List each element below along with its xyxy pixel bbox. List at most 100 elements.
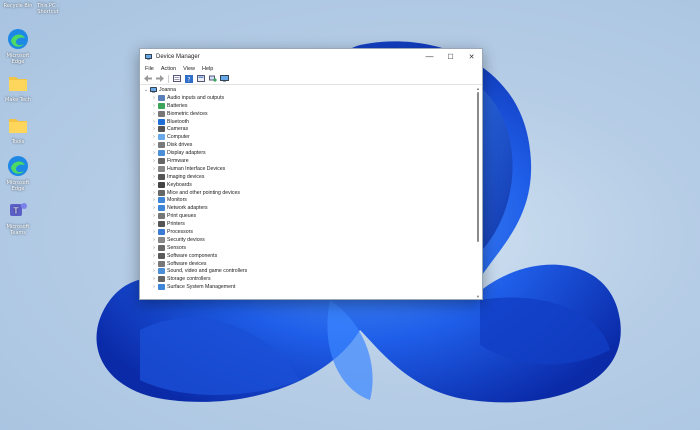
tree-item[interactable]: › Sensors	[140, 244, 474, 252]
expand-chevron-icon[interactable]: ›	[150, 229, 158, 235]
teams-icon: T	[10, 203, 27, 216]
tree-item[interactable]: › Software devices	[140, 260, 474, 268]
tree-root[interactable]: ⌄ Joanna	[140, 86, 474, 94]
show-hidden-icon[interactable]	[196, 74, 205, 83]
vertical-scrollbar[interactable]: ▲ ▼	[475, 86, 481, 299]
tree-item[interactable]: › Software components	[140, 252, 474, 260]
menu-help[interactable]: Help	[202, 66, 213, 72]
expand-chevron-icon[interactable]: ›	[150, 237, 158, 243]
tree-item[interactable]: › Human Interface Devices	[140, 165, 474, 173]
tree-item[interactable]: › Storage controllers	[140, 275, 474, 283]
tree-item[interactable]: › Sound, video and game controllers	[140, 267, 474, 275]
scan-hardware-icon[interactable]	[208, 74, 217, 83]
scroll-down-icon[interactable]: ▼	[475, 294, 481, 299]
tree-item[interactable]: › Mice and other pointing devices	[140, 189, 474, 197]
tree-item[interactable]: › Audio inputs and outputs	[140, 94, 474, 102]
tree-item-label: Printers	[167, 221, 185, 228]
device-category-icon	[158, 142, 165, 149]
expand-chevron-icon[interactable]: ›	[150, 166, 158, 172]
scroll-thumb[interactable]	[477, 92, 479, 242]
window-title: Device Manager	[156, 53, 200, 60]
expand-chevron-icon[interactable]: ›	[150, 268, 158, 274]
svg-text:T: T	[13, 207, 19, 216]
tree-item-label: Sound, video and game controllers	[167, 268, 248, 275]
expand-chevron-icon[interactable]: ›	[150, 221, 158, 227]
tree-item[interactable]: › Imaging devices	[140, 173, 474, 181]
expand-chevron-icon[interactable]: ›	[150, 261, 158, 267]
tree-item[interactable]: › Cameras	[140, 125, 474, 133]
minimize-button[interactable]: —	[419, 49, 440, 64]
tree-item[interactable]: › Firmware	[140, 157, 474, 165]
device-category-icon	[158, 134, 165, 141]
properties-icon[interactable]	[172, 74, 181, 83]
tree-item[interactable]: › Network adapters	[140, 204, 474, 212]
tree-item[interactable]: › Bluetooth	[140, 118, 474, 126]
tree-item[interactable]: › Security devices	[140, 236, 474, 244]
tree-item[interactable]: › Biometric devices	[140, 110, 474, 118]
tree-item-label: Surface System Management	[167, 284, 236, 291]
help-icon[interactable]: ?	[184, 74, 193, 83]
toolbar: ?	[140, 73, 482, 85]
close-button[interactable]: ✕	[461, 49, 482, 64]
expand-chevron-icon[interactable]: ›	[150, 158, 158, 164]
tree-item[interactable]: › Processors	[140, 228, 474, 236]
desktop-icon-make-tech[interactable]: Make Tech	[0, 72, 36, 103]
device-tree[interactable]: ⌄ Joanna › Audio inputs and outputs › Batte…	[140, 86, 474, 299]
menu-action[interactable]: Action	[161, 66, 176, 72]
desktop-icon-teams[interactable]: T Microsoft Teams	[0, 199, 36, 236]
monitor-icon[interactable]	[220, 74, 229, 83]
expand-chevron-icon[interactable]: ›	[150, 205, 158, 211]
tree-item[interactable]: › Computer	[140, 133, 474, 141]
back-icon[interactable]	[143, 74, 152, 83]
tree-item-label: Audio inputs and outputs	[167, 94, 225, 101]
tree-item-label: Cameras	[167, 126, 189, 133]
expand-chevron-icon[interactable]: ›	[150, 174, 158, 180]
expand-chevron-icon[interactable]: ›	[150, 213, 158, 219]
edge-icon	[8, 29, 28, 49]
maximize-button[interactable]: ☐	[440, 49, 461, 64]
expand-chevron-icon[interactable]: ›	[150, 95, 158, 101]
device-category-icon	[158, 157, 165, 164]
expand-chevron-icon[interactable]: ›	[150, 182, 158, 188]
device-category-icon	[158, 228, 165, 235]
device-category-icon	[158, 189, 165, 196]
expand-chevron-icon[interactable]: ›	[150, 245, 158, 251]
scroll-up-icon[interactable]: ▲	[475, 86, 481, 91]
expand-chevron-icon[interactable]: ›	[150, 126, 158, 132]
title-bar[interactable]: Device Manager — ☐ ✕	[140, 49, 482, 64]
tree-item[interactable]: › Keyboards	[140, 181, 474, 189]
device-category-icon	[158, 126, 165, 133]
desktop-icon-edge-2[interactable]: Microsoft Edge	[0, 155, 36, 192]
expand-chevron-icon[interactable]: ›	[150, 253, 158, 259]
expand-chevron-icon[interactable]: ›	[150, 284, 158, 290]
expand-chevron-icon[interactable]: ›	[150, 197, 158, 203]
recycle-bin-icon	[7, 0, 29, 2]
expand-chevron-icon[interactable]: ›	[150, 190, 158, 196]
expand-chevron-icon[interactable]: ›	[150, 150, 158, 156]
collapse-chevron-icon[interactable]: ⌄	[142, 87, 150, 93]
tree-item[interactable]: › Surface System Management	[140, 283, 474, 291]
tree-item-label: Imaging devices	[167, 173, 205, 180]
menu-file[interactable]: File	[145, 66, 154, 72]
tree-item[interactable]: › Monitors	[140, 196, 474, 204]
expand-chevron-icon[interactable]: ›	[150, 111, 158, 117]
desktop-icon-tools[interactable]: Tools	[0, 114, 36, 145]
expand-chevron-icon[interactable]: ›	[150, 119, 158, 125]
expand-chevron-icon[interactable]: ›	[150, 134, 158, 140]
desktop-icon-edge[interactable]: Microsoft Edge	[0, 28, 36, 65]
device-category-icon	[158, 221, 165, 228]
device-manager-window[interactable]: Device Manager — ☐ ✕ File Action View He…	[139, 48, 483, 300]
menu-view[interactable]: View	[183, 66, 195, 72]
tree-item[interactable]: › Batteries	[140, 102, 474, 110]
tree-item-label: Disk drives	[167, 142, 193, 149]
expand-chevron-icon[interactable]: ›	[150, 142, 158, 148]
tree-item[interactable]: › Printers	[140, 220, 474, 228]
expand-chevron-icon[interactable]: ›	[150, 276, 158, 282]
tree-item[interactable]: › Display adapters	[140, 149, 474, 157]
device-category-icon	[158, 260, 165, 267]
forward-icon[interactable]	[155, 74, 164, 83]
tree-item[interactable]: › Disk drives	[140, 141, 474, 149]
desktop-icon-this-pc[interactable]: This PC - Shortcut	[30, 0, 66, 15]
tree-item[interactable]: › Print queues	[140, 212, 474, 220]
expand-chevron-icon[interactable]: ›	[150, 103, 158, 109]
